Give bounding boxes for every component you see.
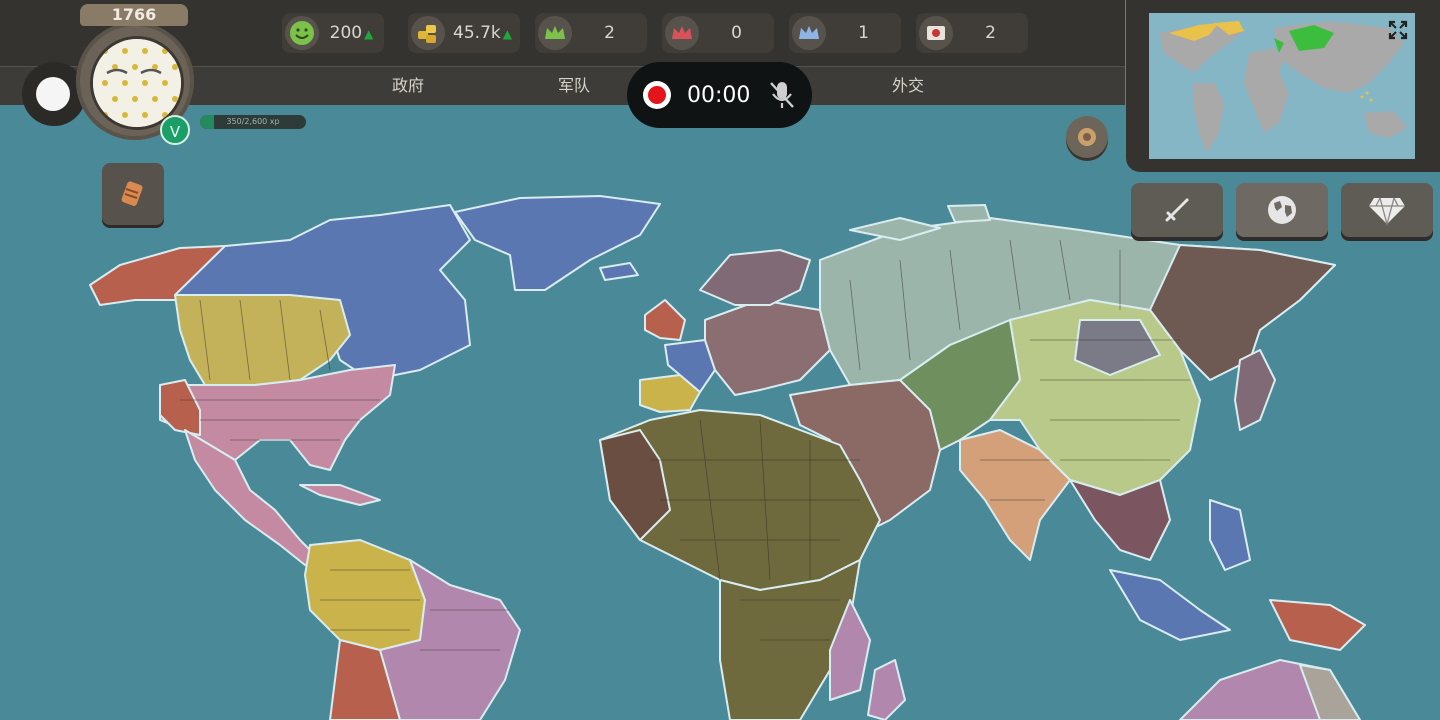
screen-recorder[interactable]: 00:00 — [627, 62, 812, 128]
green-crown-value: 2 — [604, 23, 615, 43]
gold-coins-icon — [411, 16, 445, 50]
tab-diplomacy[interactable]: 外交 — [892, 72, 924, 96]
blue-crown-value: 1 — [858, 23, 869, 43]
tab-government[interactable]: 政府 — [392, 72, 424, 96]
record-timer: 00:00 — [687, 82, 751, 108]
fullscreen-icon[interactable] — [1388, 20, 1408, 40]
toggle-switch[interactable] — [36, 77, 70, 111]
gold-resource[interactable]: 45.7k ▲ — [408, 13, 520, 53]
missions-scroll-button[interactable] — [102, 163, 164, 225]
record-button[interactable] — [643, 81, 671, 109]
fleur-de-lis-pattern-icon — [93, 39, 181, 127]
red-crown-resource[interactable]: 0 — [662, 13, 774, 53]
gear-icon — [1078, 128, 1096, 146]
happiness-resource[interactable]: 200 ▲ — [282, 13, 384, 53]
record-icon — [648, 86, 666, 104]
red-crown-value: 0 — [731, 23, 742, 43]
tab-army[interactable]: 军队 — [558, 72, 590, 96]
scroll-icon — [121, 181, 143, 206]
happiness-icon — [285, 16, 319, 50]
crown-green-icon — [538, 16, 572, 50]
trend-up-icon: ▲ — [364, 27, 374, 41]
trend-up-icon: ▲ — [502, 27, 512, 41]
happiness-value: 200 — [329, 23, 363, 43]
minimap[interactable] — [1149, 13, 1415, 159]
crown-blue-icon — [792, 16, 826, 50]
premium-store-button[interactable] — [1341, 183, 1433, 237]
flag-resource[interactable]: 2 — [916, 13, 1028, 53]
level-badge[interactable]: V — [160, 115, 190, 145]
globe-icon — [1268, 196, 1296, 224]
war-mode-button[interactable] — [1131, 183, 1223, 237]
xp-bar: 350/2,600 xp — [200, 115, 306, 129]
crown-red-icon — [665, 16, 699, 50]
map-mode-button[interactable] — [1236, 183, 1328, 237]
settings-coin-button[interactable] — [1066, 116, 1108, 158]
svalbard — [947, 204, 991, 223]
mic-muted-icon[interactable] — [768, 79, 796, 111]
green-crown-resource[interactable]: 2 — [535, 13, 647, 53]
blue-crown-resource[interactable]: 1 — [789, 13, 901, 53]
flag-icon — [919, 16, 953, 50]
xp-fill — [200, 115, 214, 129]
diamond-icon — [1369, 197, 1405, 226]
flag-value: 2 — [985, 23, 996, 43]
sword-icon — [1165, 198, 1189, 222]
gold-value: 45.7k — [453, 23, 501, 43]
year-label: 1766 — [80, 4, 188, 26]
xp-text: 350/2,600 xp — [226, 117, 280, 126]
